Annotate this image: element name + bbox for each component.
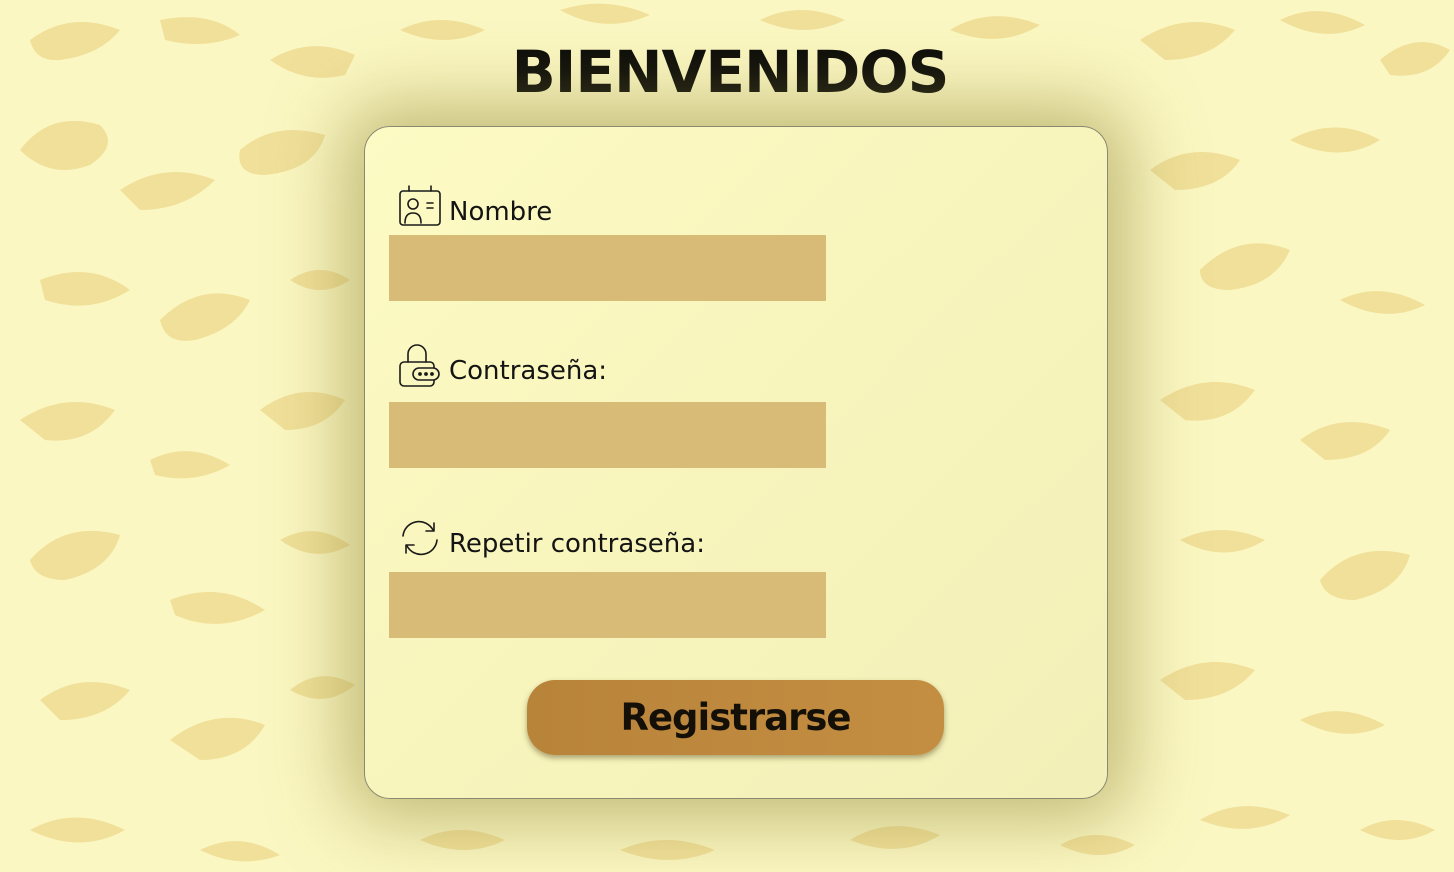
page-title: BIENVENIDOS — [511, 38, 950, 106]
repeat-password-label-text: Repetir contraseña: — [449, 529, 705, 559]
name-input[interactable] — [389, 235, 826, 301]
repeat-password-input[interactable] — [389, 572, 826, 638]
name-label-text: Nombre — [449, 197, 553, 227]
password-label-text: Contraseña: — [449, 356, 608, 386]
password-field-label: Contraseña: — [397, 342, 607, 388]
repeat-password-field-label: Repetir contraseña: — [397, 515, 705, 561]
id-badge-icon — [397, 183, 443, 229]
password-input[interactable] — [389, 402, 826, 468]
register-button[interactable]: Registrarse — [527, 680, 944, 755]
refresh-icon — [397, 515, 443, 561]
register-form-card: Nombre Contraseña: Repetir contraseña: R… — [364, 126, 1108, 799]
lock-password-icon — [397, 342, 443, 388]
name-field-label: Nombre — [397, 183, 552, 229]
